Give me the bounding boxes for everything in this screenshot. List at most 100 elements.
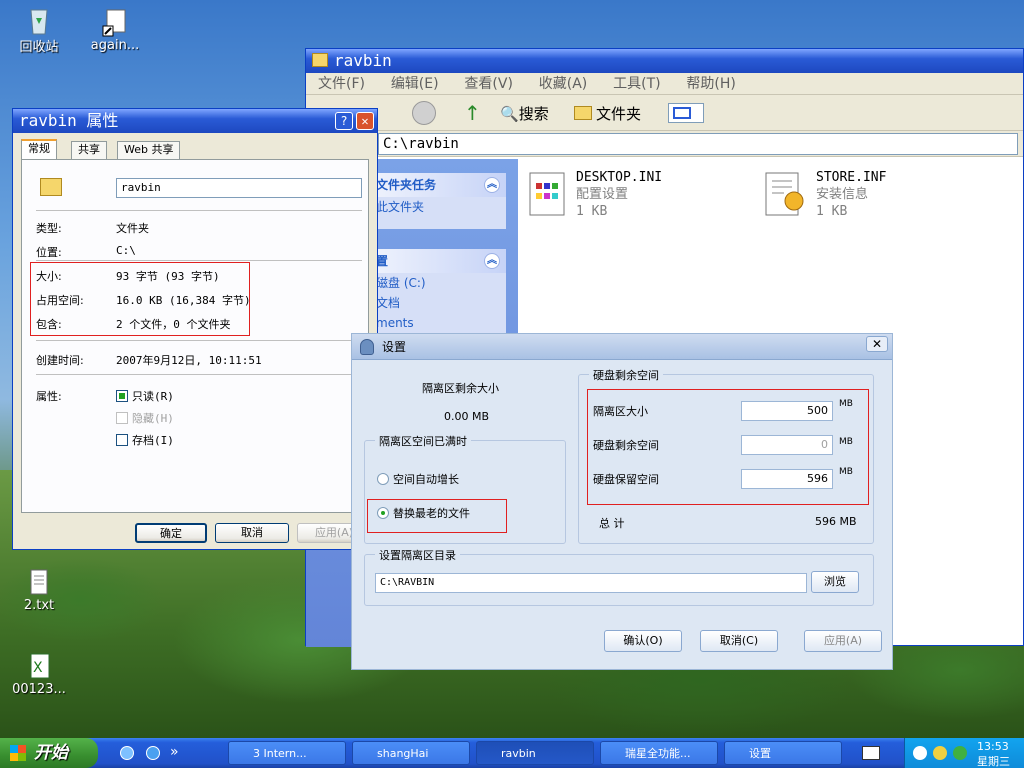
remaining-label: 隔离区剩余大小: [422, 382, 499, 395]
properties-titlebar[interactable]: ravbin 属性 ? ✕: [13, 109, 377, 133]
ok-button[interactable]: 确定: [135, 523, 207, 543]
start-label: 开始: [34, 743, 68, 763]
keyboard-icon[interactable]: [862, 746, 880, 760]
apply-button[interactable]: 应用(A): [804, 630, 882, 652]
shortcut-icon: [102, 9, 126, 37]
txt-label: 2.txt: [23, 598, 55, 613]
file-store-inf[interactable]: STORE.INF 安装信息 1 KB: [764, 169, 886, 220]
menu-favorites[interactable]: 收藏(A): [539, 76, 588, 92]
again-desktop-icon[interactable]: again...: [80, 6, 150, 53]
unit-label: MB: [839, 437, 853, 447]
settings-titlebar[interactable]: 设置 ✕: [352, 334, 892, 360]
quarantine-size-input[interactable]: 500: [741, 401, 833, 421]
separator: [36, 374, 362, 375]
tray-icon[interactable]: [933, 746, 947, 760]
close-icon: ✕: [871, 337, 883, 351]
collapse-icon[interactable]: ︽: [484, 177, 500, 193]
type-label: 类型:: [36, 222, 62, 235]
taskbar-item-shanghai[interactable]: shangHai: [352, 741, 470, 765]
start-button[interactable]: 开始: [0, 738, 98, 768]
disk-free-input: 0: [741, 435, 833, 455]
hidden-checkbox[interactable]: 隐藏(H): [116, 410, 174, 426]
taskbar-item-rising[interactable]: 瑞星全功能...: [600, 741, 718, 765]
excel-file-icon: X: [30, 653, 50, 679]
archive-label: 存档(I): [132, 434, 174, 447]
total-value: 596 MB: [815, 515, 857, 528]
quarantine-dir-input[interactable]: C:\RAVBIN: [375, 573, 807, 593]
disk-space-group: 硬盘剩余空间 隔离区大小 500 MB 硬盘剩余空间 0 MB 硬盘保留空间 5…: [578, 367, 874, 544]
quicklaunch-icon[interactable]: [120, 746, 134, 760]
quarantine-dir-group: 设置隔离区目录 C:\RAVBIN 浏览: [364, 547, 874, 606]
folders-button[interactable]: 文件夹: [574, 103, 641, 124]
tray-icon[interactable]: [913, 746, 927, 760]
search-button[interactable]: 🔍搜索: [500, 103, 549, 124]
explorer-titlebar[interactable]: ravbin: [306, 49, 1023, 73]
menu-view[interactable]: 查看(V): [464, 76, 513, 92]
cancel-button[interactable]: 取消(C): [700, 630, 778, 652]
archive-checkbox[interactable]: 存档(I): [116, 432, 174, 448]
browse-button[interactable]: 浏览: [811, 571, 859, 593]
txt-desktop-icon[interactable]: 2.txt: [4, 566, 74, 613]
again-label: again...: [90, 38, 140, 53]
menu-help[interactable]: 帮助(H): [686, 76, 735, 92]
folder-name-input[interactable]: ravbin: [116, 178, 362, 198]
folder-icon: [312, 53, 328, 67]
quarantine-dir-label: 设置隔离区目录: [375, 547, 460, 563]
file-name: STORE.INF: [816, 170, 887, 185]
config-file-icon: [529, 172, 565, 216]
unit-label: MB: [839, 399, 853, 409]
radio-circle: [377, 473, 389, 485]
cancel-button[interactable]: 取消: [215, 523, 289, 543]
search-label: 搜索: [518, 105, 549, 123]
excel-desktop-icon[interactable]: X 00123...: [4, 650, 74, 697]
file-size: 1 KB: [576, 204, 608, 219]
general-panel: ravbin 类型: 文件夹 位置: C:\ 大小: 93 字节 (93 字节)…: [21, 159, 369, 513]
collapse-icon[interactable]: ︽: [484, 253, 500, 269]
menu-tools[interactable]: 工具(T): [613, 76, 660, 92]
settings-dialog: 设置 ✕ 隔离区剩余大小 0.00 MB 隔离区空间已满时 空间自动增长 替换最…: [351, 333, 893, 670]
taskbar-item-label: shangHai: [377, 747, 429, 760]
quicklaunch-more-icon[interactable]: »: [170, 744, 179, 760]
readonly-checkbox[interactable]: 只读(R): [116, 388, 174, 404]
taskbar-item-label: 设置: [749, 747, 771, 760]
tray-icon[interactable]: [953, 746, 967, 760]
explorer-title: ravbin: [334, 51, 392, 70]
file-desktop-ini[interactable]: DESKTOP.INI 配置设置 1 KB: [528, 169, 662, 220]
recycle-bin-desktop-icon[interactable]: 回收站: [4, 4, 74, 55]
views-icon: [673, 107, 691, 119]
up-folder-icon[interactable]: ↑: [464, 101, 481, 125]
attributes-label: 属性:: [36, 390, 62, 403]
taskbar-item-settings[interactable]: 设置: [724, 741, 842, 765]
views-button[interactable]: [668, 103, 704, 123]
taskbar: 开始 » 3 Intern... shangHai ravbin 瑞星全功能..…: [0, 738, 1024, 768]
help-icon: ?: [340, 114, 348, 128]
tab-sharing[interactable]: 共享: [71, 141, 107, 159]
menu-file[interactable]: 文件(F): [318, 76, 365, 92]
confirm-button[interactable]: 确认(O): [604, 630, 682, 652]
clock-time[interactable]: 13:53: [977, 740, 1009, 753]
hidden-label: 隐藏(H): [132, 412, 174, 425]
ie-icon[interactable]: [146, 746, 160, 760]
explorer-menubar: 文件(F) 编辑(E) 查看(V) 收藏(A) 工具(T) 帮助(H): [306, 73, 1023, 95]
text-file-icon: [30, 569, 48, 595]
close-button[interactable]: ✕: [866, 336, 888, 352]
help-button[interactable]: ?: [335, 112, 353, 130]
disk-reserve-input[interactable]: 596: [741, 469, 833, 489]
auto-grow-radio[interactable]: 空间自动增长: [377, 471, 459, 487]
address-input[interactable]: C:\ravbin: [378, 133, 1018, 155]
explorer-toolbar: ↑ 🔍搜索 文件夹: [306, 95, 1023, 131]
menu-edit[interactable]: 编辑(E): [391, 76, 439, 92]
taskbar-item-ravbin[interactable]: ravbin: [476, 741, 594, 765]
tab-web-sharing[interactable]: Web 共享: [117, 141, 181, 159]
checkbox-box: [116, 434, 128, 446]
recycle-bin-label: 回收站: [19, 40, 59, 55]
taskbar-item-ie[interactable]: 3 Intern...: [228, 741, 346, 765]
tab-general[interactable]: 常规: [21, 139, 57, 160]
created-value: 2007年9月12日, 10:11:51: [116, 354, 262, 367]
file-type: 配置设置: [576, 187, 629, 202]
checkbox-box: [116, 412, 128, 424]
forward-icon[interactable]: [412, 101, 436, 125]
folders-label: 文件夹: [596, 105, 642, 123]
properties-title: ravbin 属性: [19, 111, 119, 130]
close-button[interactable]: ✕: [356, 112, 374, 130]
